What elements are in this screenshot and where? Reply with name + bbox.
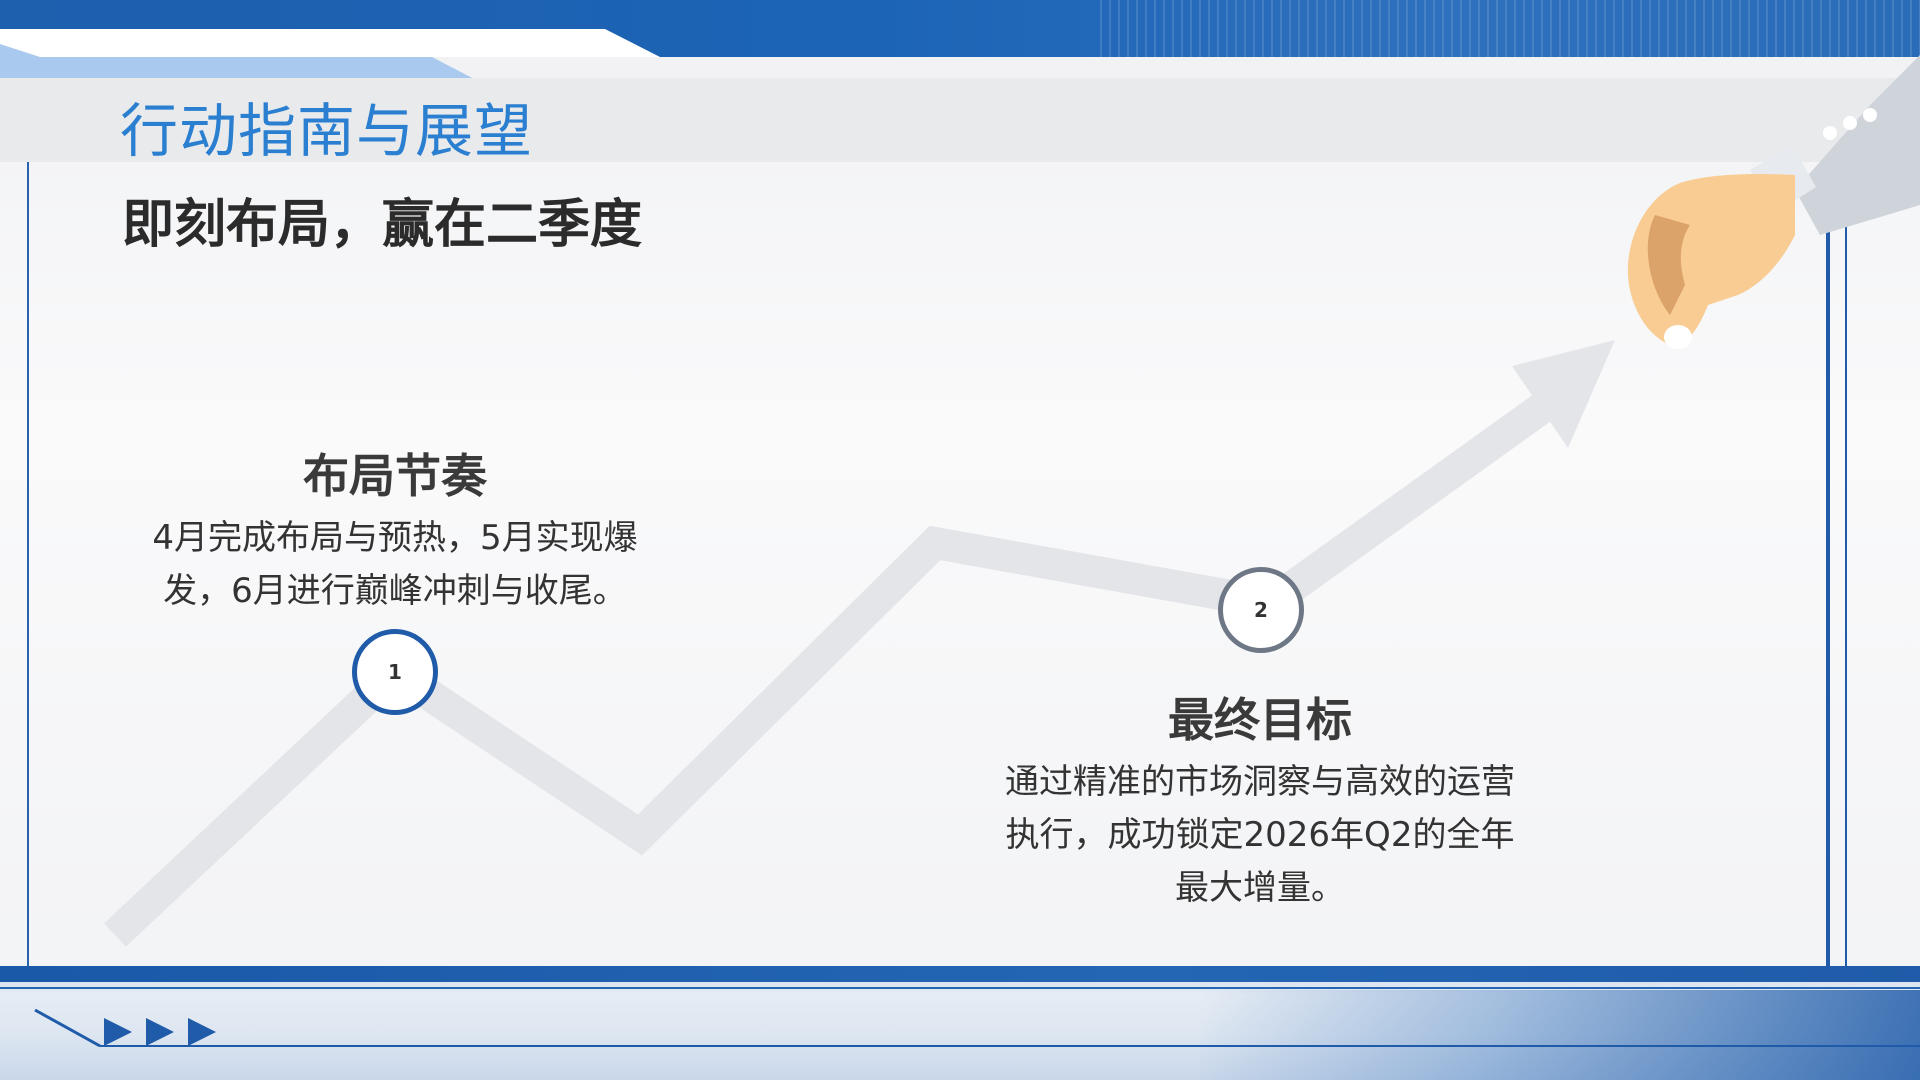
fingernail bbox=[1664, 325, 1692, 349]
slide: 行动指南与展望 即刻布局，赢在二季度 布局节奏 4月完成布局与预热，5月实现爆发… bbox=[0, 0, 1920, 1080]
step-marker: 2 bbox=[1218, 567, 1304, 653]
sleeve-shape bbox=[1795, 55, 1920, 235]
play-triangle-icon bbox=[146, 1018, 174, 1046]
step-marker-number: 2 bbox=[1254, 598, 1268, 622]
play-triangle-icon bbox=[104, 1018, 132, 1046]
cuff-button bbox=[1843, 116, 1857, 130]
footer-decoration bbox=[0, 987, 1920, 1048]
step-title: 最终目标 bbox=[1168, 693, 1352, 747]
play-triangle-icon bbox=[188, 1018, 216, 1046]
pointing-hand-icon bbox=[1627, 55, 1920, 349]
step-marker: 1 bbox=[352, 629, 438, 715]
cuff-button bbox=[1863, 108, 1877, 122]
footer-slash bbox=[34, 1008, 101, 1048]
step-marker-number: 1 bbox=[388, 660, 402, 684]
step-description: 通过精准的市场洞察与高效的运营执行，成功锁定2026年Q2的全年最大增量。 bbox=[1005, 762, 1515, 908]
step-description: 4月完成布局与预热，5月实现爆发，6月进行巅峰冲刺与收尾。 bbox=[152, 518, 638, 611]
step-title: 布局节奏 bbox=[303, 449, 487, 503]
cuff-button bbox=[1823, 126, 1837, 140]
